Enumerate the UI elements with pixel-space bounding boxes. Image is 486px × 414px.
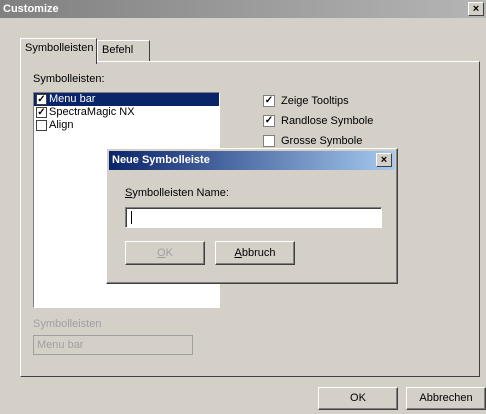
list-item-label: SpectraMagic NX — [49, 106, 135, 118]
toolbar-name-input[interactable] — [125, 207, 382, 228]
ok-button[interactable]: OK — [318, 387, 398, 410]
list-item-menu-bar[interactable]: ✓ Menu bar — [34, 93, 219, 106]
checkbox-large-icons[interactable] — [263, 135, 275, 147]
list-item-align[interactable]: Align — [34, 119, 219, 132]
dialog-titlebar: Neue Symbolleiste × — [109, 151, 395, 170]
close-icon[interactable]: × — [376, 153, 392, 167]
option-tooltips[interactable]: ✓ Zeige Tooltips — [263, 95, 349, 107]
dialog-cancel-button[interactable]: Abbruch — [215, 241, 295, 265]
tab-symbolleisten[interactable]: Symbolleisten — [20, 38, 97, 64]
list-item-label: Align — [49, 119, 74, 131]
option-large-icons-label: Grosse Symbole — [281, 135, 363, 147]
option-flat-buttons[interactable]: ✓ Randlose Symbole — [263, 115, 373, 127]
list-item-spectramagic[interactable]: ✓ SpectraMagic NX — [34, 106, 219, 119]
tab-befehl[interactable]: Befehl — [97, 40, 150, 62]
option-tooltips-label: Zeige Tooltips — [281, 95, 349, 107]
checkbox-spectramagic[interactable]: ✓ — [36, 107, 47, 118]
checkbox-flat-buttons[interactable]: ✓ — [263, 115, 275, 127]
checkbox-menu-bar[interactable]: ✓ — [36, 94, 47, 105]
list-item-label: Menu bar — [49, 93, 96, 105]
option-flat-buttons-label: Randlose Symbole — [281, 115, 374, 127]
cancel-button[interactable]: Abbrechen — [406, 387, 486, 410]
dialog-title: Neue Symbolleiste — [112, 154, 210, 166]
dialog-name-label: Symbolleisten Name: — [125, 187, 229, 199]
toolbar-name-field: Menu bar — [33, 335, 193, 355]
checkbox-align[interactable] — [36, 120, 47, 131]
close-icon[interactable]: × — [468, 2, 484, 16]
window-titlebar: Customize × — [0, 0, 486, 18]
window-title: Customize — [3, 3, 59, 15]
tab-symbolleisten-label: Symbolleisten — [25, 42, 94, 54]
new-toolbar-dialog: Neue Symbolleiste × Symbolleisten Name: … — [106, 148, 398, 284]
dialog-ok-button[interactable]: OK — [125, 241, 205, 265]
checkbox-tooltips[interactable]: ✓ — [263, 95, 275, 107]
toolbars-list-label: Symbolleisten: — [33, 73, 105, 85]
tab-befehl-label: Befehl — [102, 44, 134, 56]
text-caret — [131, 211, 132, 224]
option-large-icons[interactable]: Grosse Symbole — [263, 135, 362, 147]
toolbar-name-label: Symbolleisten — [33, 318, 102, 330]
